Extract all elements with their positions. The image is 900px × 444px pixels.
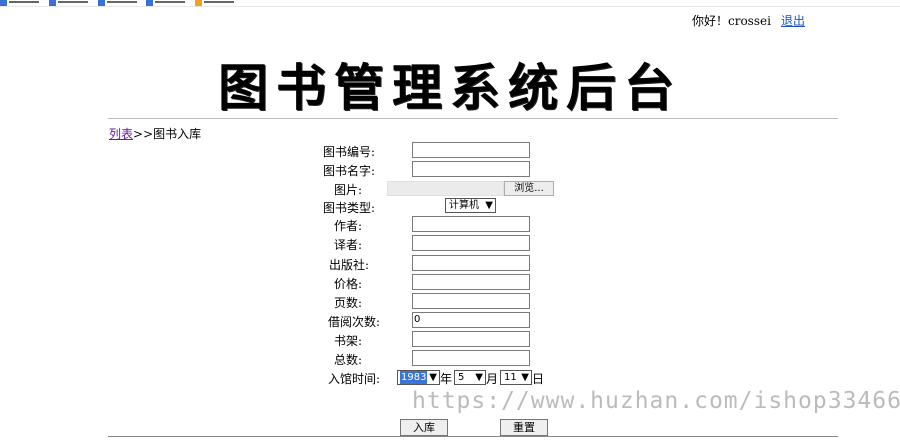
total-label: 总数: xyxy=(333,353,362,367)
bookmark-item[interactable] xyxy=(48,0,88,6)
year-value: 1983 xyxy=(400,371,428,384)
author-input[interactable] xyxy=(412,216,530,232)
book-type-label: 图书类型: xyxy=(322,201,375,215)
bookmark-icon xyxy=(48,0,56,6)
year-unit: 年 xyxy=(440,372,453,386)
book-type-select[interactable]: 计算机 ▼ xyxy=(445,198,496,213)
bottom-divider xyxy=(108,436,838,437)
author-label: 作者: xyxy=(333,219,362,233)
reset-button[interactable]: 重置 xyxy=(500,419,548,436)
greeting-text: 你好！crossei xyxy=(692,14,771,28)
image-label: 图片: xyxy=(333,183,362,197)
logout-link[interactable]: 退出 xyxy=(781,14,805,28)
browser-bookmarks-bar xyxy=(0,0,900,7)
book-type-value: 计算机 xyxy=(449,200,479,211)
book-id-input[interactable] xyxy=(412,142,530,158)
submit-button[interactable]: 入库 xyxy=(400,419,448,436)
bookmark-item[interactable] xyxy=(0,0,39,6)
year-select[interactable]: 1983 ▼ xyxy=(397,370,440,385)
bookmark-icon xyxy=(97,0,105,6)
bookmark-item[interactable] xyxy=(97,0,137,6)
day-select[interactable]: 11 ▼ xyxy=(500,370,532,385)
month-select[interactable]: 5 ▼ xyxy=(454,370,486,385)
bookmark-icon xyxy=(195,0,203,6)
entry-date-label: 入馆时间: xyxy=(327,372,380,386)
chevron-down-icon: ▼ xyxy=(429,372,437,383)
chevron-down-icon: ▼ xyxy=(485,200,493,211)
breadcrumb: 列表>>图书入库 xyxy=(109,125,201,142)
book-name-input[interactable] xyxy=(412,161,530,177)
top-divider xyxy=(108,118,838,119)
translator-label: 译者: xyxy=(333,238,362,252)
book-name-label: 图书名字: xyxy=(322,164,375,178)
shelf-input[interactable] xyxy=(412,331,530,347)
chevron-down-icon: ▼ xyxy=(475,372,483,383)
publisher-label: 出版社: xyxy=(328,258,369,272)
bookmark-item[interactable] xyxy=(146,0,186,6)
borrow-count-input[interactable]: 0 xyxy=(412,312,530,328)
publisher-input[interactable] xyxy=(412,255,530,271)
month-value: 5 xyxy=(458,372,465,383)
bookmark-icon xyxy=(0,0,7,6)
bookmark-item[interactable] xyxy=(195,0,235,6)
borrow-count-label: 借阅次数: xyxy=(327,315,380,329)
watermark: https://www.huzhan.com/ishop33466 xyxy=(412,388,900,414)
pages-input[interactable] xyxy=(412,293,530,309)
translator-input[interactable] xyxy=(412,235,530,251)
page-title: 图书管理系统后台 xyxy=(218,58,682,117)
breadcrumb-current: >>图书入库 xyxy=(133,127,202,141)
total-input[interactable] xyxy=(412,350,530,366)
image-file-path[interactable] xyxy=(387,181,504,196)
day-value: 11 xyxy=(504,372,517,383)
shelf-label: 书架: xyxy=(333,334,362,348)
day-unit: 日 xyxy=(532,372,545,386)
pages-label: 页数: xyxy=(333,296,362,310)
book-id-label: 图书编号: xyxy=(322,145,375,159)
browse-button[interactable]: 浏览... xyxy=(504,181,554,196)
breadcrumb-list-link[interactable]: 列表 xyxy=(109,127,133,141)
user-greeting: 你好！crossei 退出 xyxy=(692,12,805,29)
price-input[interactable] xyxy=(412,274,530,290)
month-unit: 月 xyxy=(486,372,499,386)
chevron-down-icon: ▼ xyxy=(521,372,529,383)
bookmark-icon xyxy=(146,0,154,6)
price-label: 价格: xyxy=(333,277,362,291)
